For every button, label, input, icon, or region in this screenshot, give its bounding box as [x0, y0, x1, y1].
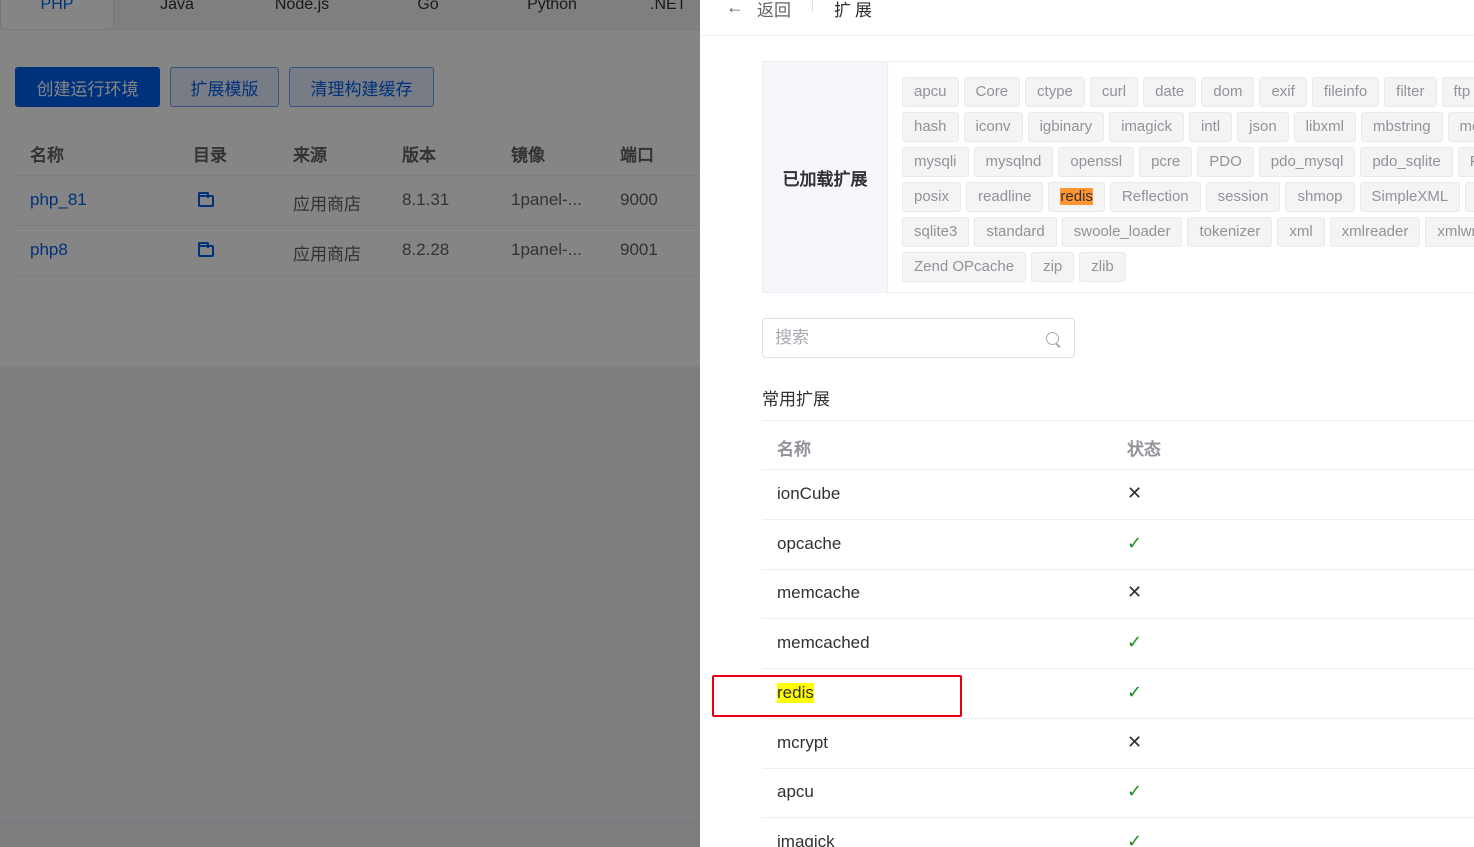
extension-tag: pdo_sqlite: [1360, 147, 1453, 177]
extension-tag: Core: [963, 77, 1021, 107]
extension-tag: pcre: [1139, 147, 1193, 177]
extension-tag: fileinfo: [1311, 77, 1380, 107]
extension-tag: apcu: [902, 77, 959, 107]
search-match-highlight: redis: [1060, 188, 1093, 205]
tag-row: apcu Core ctype curl date dom exif fileinfo filt…: [902, 77, 1474, 107]
extension-tag: mysqlnd: [973, 147, 1054, 177]
extension-tag: intl: [1188, 112, 1233, 142]
extension-name: apcu: [777, 782, 814, 802]
extension-tag: libxml: [1293, 112, 1357, 142]
col-name: 名称: [777, 440, 811, 460]
close-icon: ✕: [1127, 582, 1143, 603]
common-extensions-title: 常用扩展: [762, 390, 830, 410]
extension-tag: shmop: [1285, 182, 1355, 212]
table-row: opcache ✓: [762, 520, 1474, 570]
col-status: 状态: [1127, 440, 1161, 460]
extension-tag: xml: [1277, 217, 1325, 247]
extension-tag: standard: [974, 217, 1057, 247]
extension-tag: sqlite3: [902, 217, 970, 247]
tag-row: posix readline redis Reflection session shmop…: [902, 182, 1474, 212]
extension-tag: posix: [902, 182, 962, 212]
check-icon: ✓: [1127, 830, 1143, 847]
loaded-extensions-label: 已加载扩展: [763, 62, 888, 292]
search-input[interactable]: [775, 327, 1035, 349]
extension-tag: dom: [1201, 77, 1255, 107]
extension-tag: iconv: [963, 112, 1023, 142]
extension-tag: tokenizer: [1187, 217, 1273, 247]
table-row: memcached ✓: [762, 619, 1474, 670]
extension-tag: openssl: [1058, 147, 1135, 177]
tag-row: hash iconv igbinary imagick intl json libxml mb…: [902, 112, 1474, 142]
extension-tag: ctype: [1025, 77, 1085, 107]
back-button[interactable]: 返回: [757, 0, 791, 21]
extension-tag: swoole_loader: [1061, 217, 1183, 247]
extension-tag: ftp: [1441, 77, 1474, 107]
extension-tag: Phar: [1457, 147, 1474, 177]
extension-name: memcached: [777, 633, 870, 653]
extension-tag: json: [1237, 112, 1289, 142]
tag-row: sqlite3 standard swoole_loader tokenizer xml…: [902, 217, 1474, 247]
extension-tag: zip: [1031, 252, 1075, 282]
close-icon: ✕: [1127, 731, 1143, 752]
table-row: ionCube ✕: [762, 470, 1474, 520]
drawer-header: ← 返回 扩展: [700, 0, 1474, 36]
extension-tag: filter: [1384, 77, 1437, 107]
extension-tag: date: [1143, 77, 1197, 107]
table-row: mcrypt ✕: [762, 719, 1474, 769]
check-icon: ✓: [1127, 632, 1143, 653]
extension-tag: soap: [1465, 182, 1474, 212]
tag-row: Zend OPcache zip zlib: [902, 252, 1131, 282]
extension-name: memcache: [777, 583, 861, 603]
extension-name: mcrypt: [777, 732, 828, 752]
close-icon: ✕: [1127, 483, 1143, 503]
extension-tag: imagick: [1109, 112, 1184, 142]
drawer-title: 扩展: [834, 1, 876, 21]
annotation-highlight-box: [712, 675, 962, 717]
table-row: apcu ✓: [762, 768, 1474, 819]
extension-tag: Zend OPcache: [902, 252, 1027, 282]
table-row: imagick ✓: [762, 818, 1474, 847]
extension-tag: PDO: [1197, 147, 1254, 177]
extension-tag: zlib: [1079, 252, 1126, 282]
extension-tag: mem: [1447, 112, 1474, 142]
table-header: 名称 状态: [762, 420, 1474, 470]
table-row: memcache ✕: [762, 569, 1474, 620]
tag-row: mysqli mysqlnd openssl pcre PDO pdo_mysql pdo_…: [902, 147, 1474, 177]
loaded-extension-tags: apcu Core ctype curl date dom exif fileinfo filt…: [902, 77, 1474, 287]
extension-tag: pdo_mysql: [1258, 147, 1356, 177]
extension-tag: hash: [902, 112, 959, 142]
extension-tag: session: [1205, 182, 1281, 212]
extension-tag: SimpleXML: [1359, 182, 1461, 212]
extension-tag: igbinary: [1027, 112, 1105, 142]
loaded-extensions-panel: 已加载扩展 apcu Core ctype curl date dom exif filein…: [762, 61, 1474, 293]
extension-tag: redis: [1048, 182, 1105, 212]
extension-tag: mbstring: [1361, 112, 1443, 142]
extension-drawer: ← 返回 扩展 已加载扩展 apcu Core ctype curl date dom ex…: [700, 0, 1474, 847]
header-divider: [812, 0, 813, 12]
extension-tag: xmlreader: [1329, 217, 1421, 247]
extension-search[interactable]: [762, 318, 1075, 358]
extension-tag: Reflection: [1109, 182, 1201, 212]
extension-tag: exif: [1259, 77, 1307, 107]
check-icon: ✓: [1127, 781, 1143, 802]
extension-tag: mysqli: [902, 147, 969, 177]
check-icon: ✓: [1127, 681, 1143, 702]
drawer-overlay-mask[interactable]: [0, 0, 700, 847]
search-icon[interactable]: [1046, 332, 1059, 345]
extension-tag: readline: [966, 182, 1044, 212]
check-icon: ✓: [1127, 532, 1143, 553]
extension-tag: xmlwriter: [1425, 217, 1474, 247]
extension-name: opcache: [777, 533, 842, 553]
extension-name: ionCube: [777, 484, 841, 503]
extension-name: imagick: [777, 831, 835, 847]
arrow-left-icon[interactable]: ←: [726, 0, 744, 18]
extension-tag: curl: [1089, 77, 1139, 107]
